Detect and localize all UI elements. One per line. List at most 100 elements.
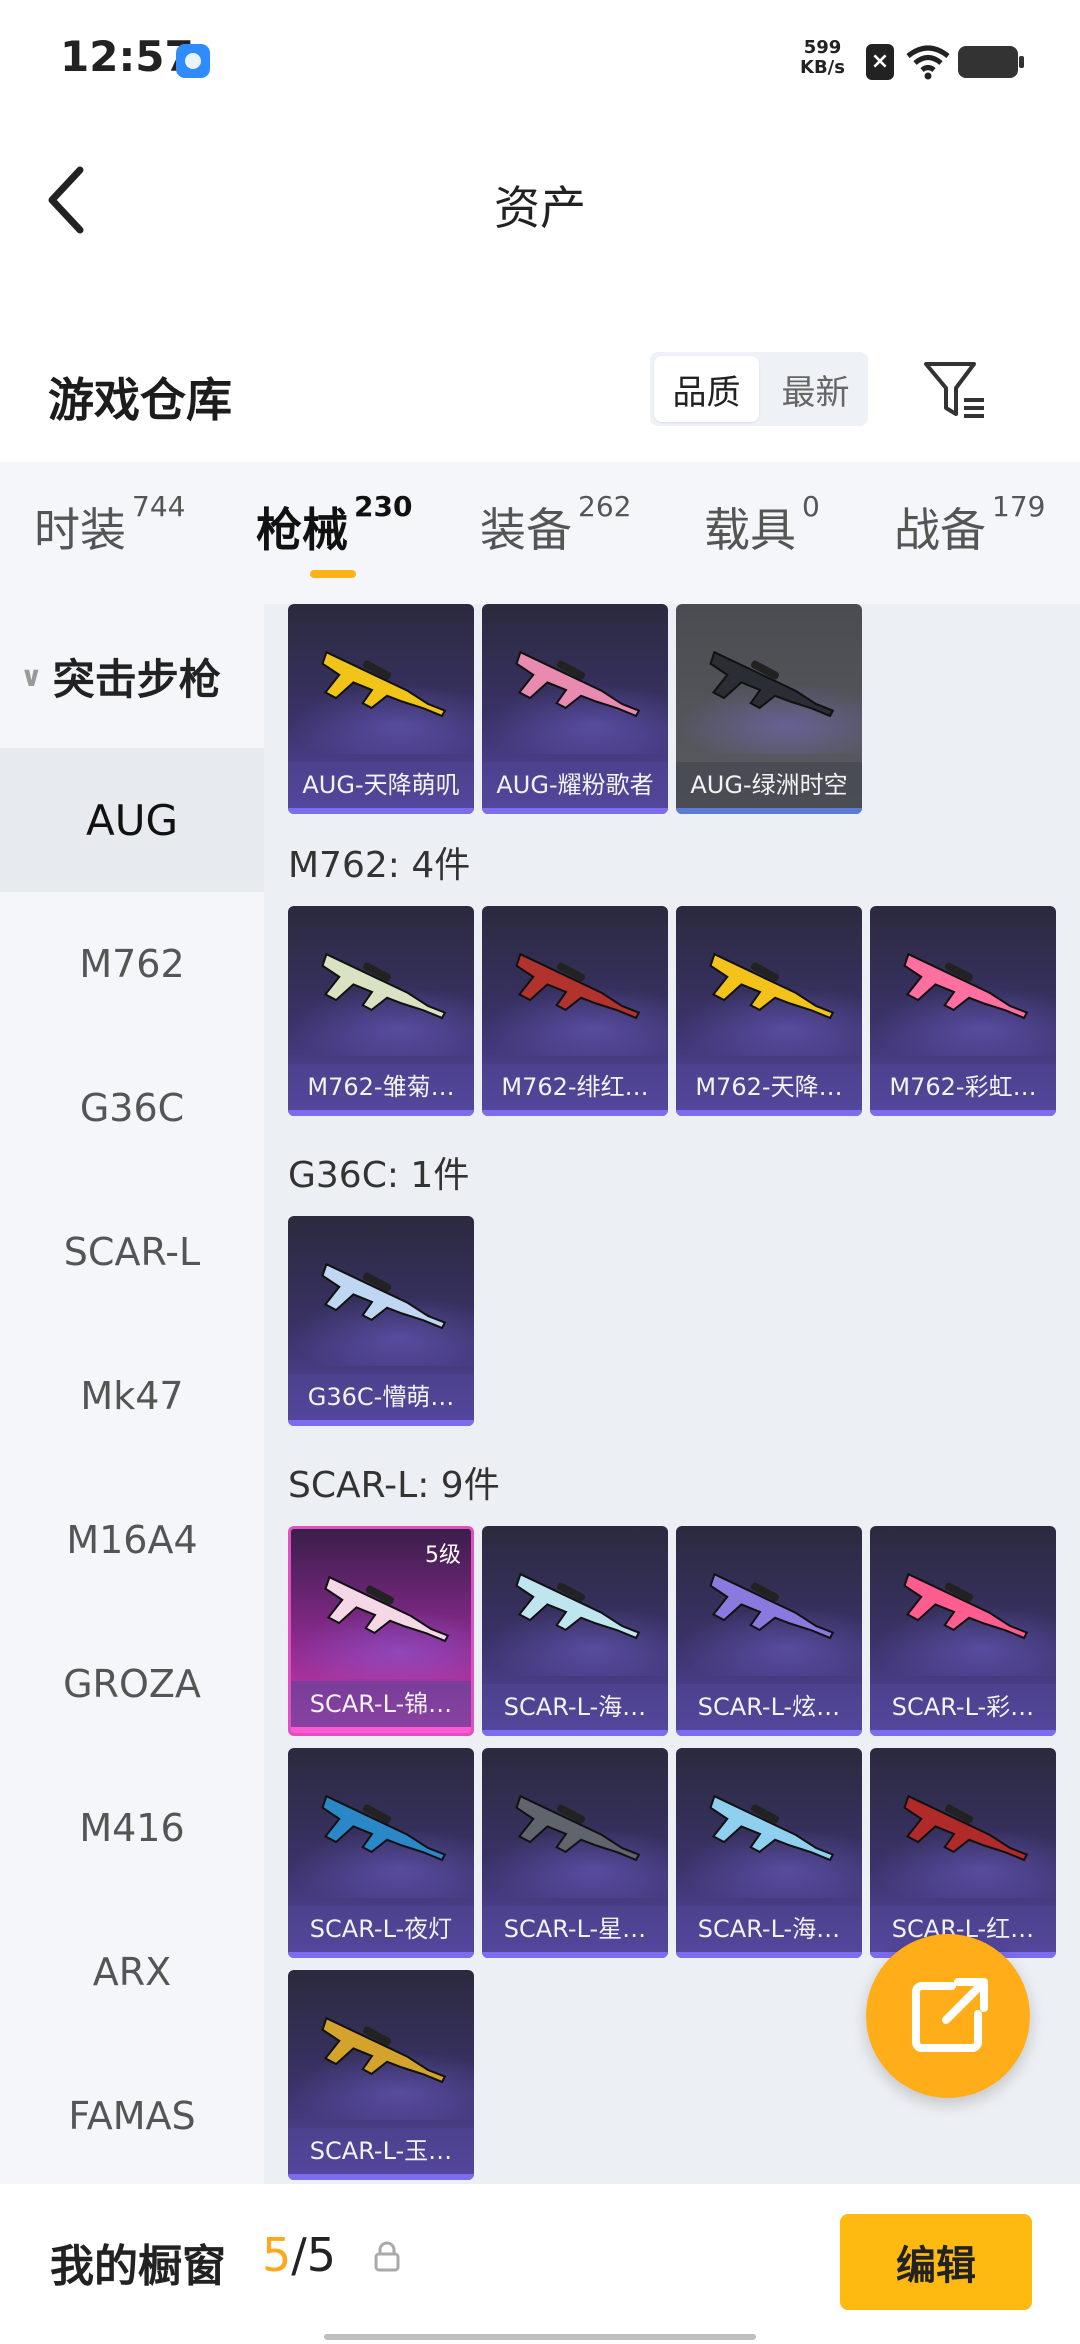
weapon-card[interactable]: SCAR-L-红… [870,1748,1056,1958]
sidebar-item-famas[interactable]: FAMAS [0,2044,264,2184]
tab-guns[interactable]: 枪械 230 [256,490,412,560]
card-rarity-strip [288,1110,474,1116]
weapon-skin-image [321,952,447,1020]
card-rarity-strip [288,1420,474,1426]
weapon-card[interactable]: SCAR-L-夜灯 [288,1748,474,1958]
weapon-card[interactable]: AUG-耀粉歌者 [482,604,668,814]
card-rarity-strip [870,1730,1056,1736]
group-label-g36c: G36C: 1件 [288,1155,470,1196]
tab-label: 载具 [704,503,796,557]
tab-count: 262 [578,490,632,523]
share-icon [912,1978,988,2052]
weapon-card[interactable]: M762-雏菊… [288,906,474,1116]
home-indicator[interactable] [324,2334,756,2340]
weapon-skin-image [321,1262,447,1330]
sidebar-item-g36c[interactable]: G36C [0,1036,264,1180]
weapon-card-label: AUG-耀粉歌者 [482,762,668,808]
tab-count: 230 [354,490,413,523]
weapon-card-label: M762-彩虹… [870,1064,1056,1110]
card-rarity-strip [291,1727,471,1733]
weapon-skin-image [709,952,835,1020]
warehouse-header: 游戏仓库 品质 最新 [0,340,1080,460]
no-sim-icon: × [866,44,894,80]
weapon-card[interactable]: G36C-懵萌… [288,1216,474,1426]
tab-count: 744 [132,490,186,523]
weapon-card[interactable]: M762-彩虹… [870,906,1056,1116]
weapon-card[interactable]: AUG-绿洲时空 [676,604,862,814]
card-rarity-strip [676,1110,862,1116]
weapon-card[interactable]: SCAR-L-海… [482,1526,668,1736]
weapon-card[interactable]: SCAR-L-彩… [870,1526,1056,1736]
sidebar-item-groza[interactable]: GROZA [0,1612,264,1756]
showcase-count-current: 5 [262,2228,292,2282]
weapon-sidebar: ∨ 突击步枪 AUG M762 G36C SCAR-L Mk47 M16A4 G… [0,604,264,2184]
card-rarity-strip [482,1110,668,1116]
lock-icon [374,2241,400,2272]
weapon-card-label: SCAR-L-海… [482,1684,668,1730]
weapon-skin-image [321,2016,447,2084]
weapon-card[interactable]: 5级 SCAR-L-锦… [288,1526,474,1736]
tab-vehicles[interactable]: 载具 0 [704,490,820,560]
weapon-card[interactable]: M762-绯红… [482,906,668,1116]
sidebar-group-label: 突击步枪 [52,654,221,704]
sidebar-item-scar-l[interactable]: SCAR-L [0,1180,264,1324]
edit-button[interactable]: 编辑 [840,2214,1032,2310]
weapon-card[interactable]: SCAR-L-星… [482,1748,668,1958]
weapon-card[interactable]: AUG-天降萌叽 [288,604,474,814]
weapon-card-label: SCAR-L-星… [482,1906,668,1952]
weapon-card-label: SCAR-L-夜灯 [288,1906,474,1952]
weapon-card[interactable]: M762-天降… [676,906,862,1116]
sidebar-item-arx[interactable]: ARX [0,1900,264,2044]
sidebar-item-m416[interactable]: M416 [0,1756,264,1900]
page-title: 资产 [494,181,586,235]
sort-by-quality[interactable]: 品质 [654,356,759,422]
sidebar-item-m762[interactable]: M762 [0,892,264,1036]
weapon-card-label: SCAR-L-炫… [676,1684,862,1730]
card-rarity-strip [482,808,668,814]
card-rarity-strip [676,1952,862,1958]
weapon-skin-image [709,650,835,718]
weapon-skin-image [515,650,641,718]
showcase-count: 5/5 [262,2228,336,2282]
battery-icon [958,46,1024,78]
weapon-skin-image [321,1794,447,1862]
sidebar-item-m16a4[interactable]: M16A4 [0,1468,264,1612]
filter-icon[interactable] [922,358,988,424]
weapon-skin-image [903,1794,1029,1862]
wifi-icon [906,45,950,80]
status-time: 12:57 [60,32,194,81]
sidebar-item-aug[interactable]: AUG [0,748,264,892]
network-speed: 599 KB/s [800,38,845,78]
sidebar-item-mk47[interactable]: Mk47 [0,1324,264,1468]
chevron-down-icon: ∨ [20,659,43,693]
tab-count: 0 [802,490,820,523]
card-rarity-strip [676,1730,862,1736]
network-speed-unit: KB/s [800,57,845,78]
card-rarity-strip [676,808,862,814]
weapon-card-label: M762-雏菊… [288,1064,474,1110]
weapon-card-label: G36C-懵萌… [288,1374,474,1420]
weapon-skin-image [515,952,641,1020]
weapon-skin-image [515,1572,641,1640]
showcase-count-total: /5 [291,2228,337,2282]
share-fab[interactable] [866,1934,1030,2098]
weapon-card-label: M762-天降… [676,1064,862,1110]
card-rarity-strip [288,808,474,814]
weapon-card[interactable]: SCAR-L-玉… [288,1970,474,2180]
weapon-card-label: SCAR-L-锦… [291,1681,471,1727]
tab-label: 战备 [894,503,986,557]
tab-fashion[interactable]: 时装 744 [34,490,185,560]
weapon-skin-image [709,1794,835,1862]
sort-by-newest[interactable]: 最新 [763,352,868,426]
card-rarity-strip [288,2174,474,2180]
weapon-card-label: AUG-绿洲时空 [676,762,862,808]
sort-toggle: 品质 最新 [650,352,868,426]
tab-equipment[interactable]: 装备 262 [480,490,631,560]
weapon-skin-image [515,1794,641,1862]
weapon-card[interactable]: SCAR-L-炫… [676,1526,862,1736]
sidebar-group-assault-rifles[interactable]: ∨ 突击步枪 [0,604,264,748]
weapon-skin-image [709,1572,835,1640]
card-rarity-strip [288,1952,474,1958]
weapon-card[interactable]: SCAR-L-海… [676,1748,862,1958]
tab-battle-gear[interactable]: 战备 179 [894,490,1045,560]
